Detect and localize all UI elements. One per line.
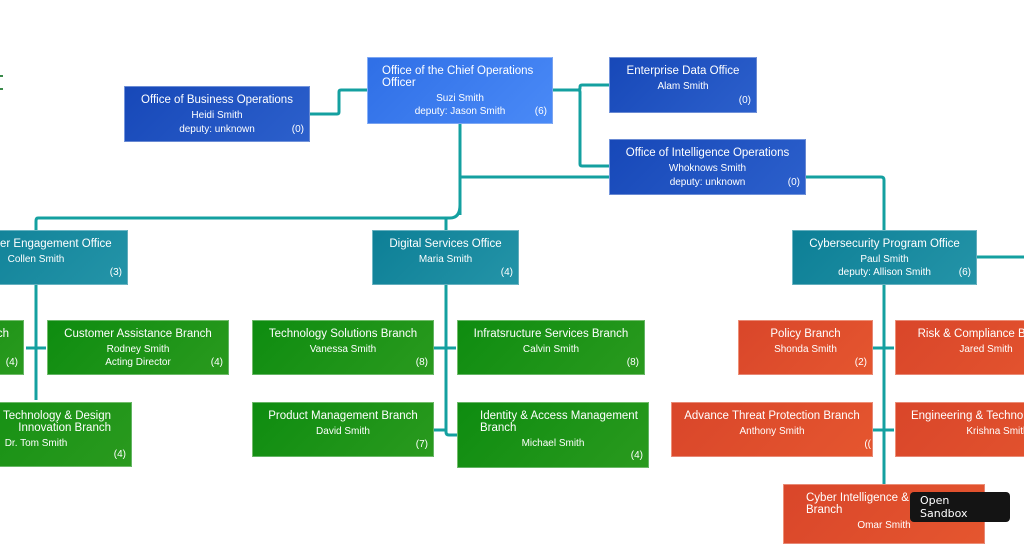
- node-person: Dr. Tom Smith: [4, 438, 68, 449]
- node-count: (4): [630, 450, 643, 461]
- node-title: Engineering & Technology Branch: [910, 410, 1024, 422]
- node-engineering-technology-branch[interactable]: Engineering & Technology Branch Krishna …: [895, 402, 1024, 457]
- node-deputy: deputy: unknown: [179, 124, 255, 135]
- node-identity-access-management-branch[interactable]: Identity & Access Management Branch Mich…: [457, 402, 649, 468]
- node-person: Maria Smith: [418, 254, 473, 265]
- node-title: Policy Branch: [770, 328, 841, 340]
- node-title: Customer Engagement Office: [0, 238, 112, 250]
- node-product-management-branch[interactable]: Product Management Branch David Smith (7…: [252, 402, 434, 457]
- node-count: ((: [864, 439, 871, 450]
- node-infrastructure-services-branch[interactable]: Infratsructure Services Branch Calvin Sm…: [457, 320, 645, 375]
- node-title: Office of Intelligence Operations: [625, 147, 790, 159]
- node-count: (8): [626, 357, 639, 368]
- node-risk-compliance-branch[interactable]: Risk & Compliance Branch Jared Smith: [895, 320, 1024, 375]
- connector-coo-business-ops: [310, 88, 367, 116]
- node-person: Calvin Smith: [522, 344, 580, 355]
- node-person: Shonda Smith: [774, 344, 837, 355]
- node-policy-branch[interactable]: Policy Branch Shonda Smith (2): [738, 320, 873, 375]
- node-title: Advance Threat Protection Branch: [684, 410, 860, 422]
- node-count: (4): [500, 267, 513, 278]
- node-count: (8): [415, 357, 428, 368]
- node-title: Identity & Access Management Branch: [480, 410, 638, 434]
- node-deputy: deputy: Jason Smith: [414, 106, 506, 117]
- node-deputy: deputy: Allison Smith: [838, 267, 931, 278]
- node-intelligence-operations[interactable]: Office of Intelligence Operations Whokno…: [609, 139, 806, 195]
- node-chief-operations-officer[interactable]: Office of the Chief Operations Officer S…: [367, 57, 553, 124]
- node-count: (2): [854, 357, 867, 368]
- node-count: (4): [113, 449, 126, 460]
- node-digital-services-office[interactable]: Digital Services Office Maria Smith (4): [372, 230, 519, 285]
- node-count: (0): [738, 95, 751, 106]
- connector-trunk-digital: [444, 216, 450, 230]
- node-count: (4): [210, 357, 223, 368]
- offscreen-edge-mark: [0, 88, 3, 90]
- node-enterprise-data-office[interactable]: Enterprise Data Office Alam Smith (0): [609, 57, 757, 113]
- node-title: Customer Assistance Branch: [64, 328, 212, 340]
- node-person: Krishna Smith: [966, 426, 1024, 437]
- node-title: Emerging Technology & Design Innovation …: [0, 410, 111, 434]
- connector-trunk-customer-eng: [34, 204, 462, 230]
- connector-digital-trunk: [444, 285, 457, 437]
- offscreen-edge-mark: [0, 75, 3, 77]
- node-person: Vanessa Smith: [309, 344, 377, 355]
- connector-coo-intel-ops: [577, 88, 609, 168]
- node-role: Acting Director: [105, 357, 171, 368]
- node-count: (6): [534, 106, 547, 117]
- node-person: Anthony Smith: [739, 426, 805, 437]
- node-business-operations[interactable]: Office of Business Operations Heidi Smit…: [124, 86, 310, 142]
- node-person: Alam Smith: [657, 81, 709, 92]
- node-advance-threat-protection-branch[interactable]: Advance Threat Protection Branch Anthony…: [671, 402, 873, 457]
- node-customer-engagement-office[interactable]: Customer Engagement Office Collen Smith …: [0, 230, 128, 285]
- node-person: Heidi Smith: [191, 110, 243, 121]
- node-emerging-technology-branch[interactable]: Emerging Technology & Design Innovation …: [0, 402, 132, 467]
- node-person: Suzi Smith: [436, 93, 484, 104]
- node-title: ...ch: [0, 328, 9, 340]
- node-title: Office of the Chief Operations Officer: [382, 65, 534, 89]
- org-chart-canvas[interactable]: Office of the Chief Operations Officer S…: [0, 0, 1024, 544]
- node-deputy: deputy: unknown: [669, 177, 746, 188]
- node-person: Rodney Smith: [106, 344, 170, 355]
- node-person: Collen Smith: [7, 254, 65, 265]
- node-cybersecurity-program-office[interactable]: Cybersecurity Program Office Paul Smith …: [792, 230, 977, 285]
- connector-coo-enterprise-data: [553, 83, 609, 92]
- node-count: (4): [5, 357, 18, 368]
- node-person: Whoknows Smith: [668, 163, 747, 174]
- node-count: (0): [787, 177, 800, 188]
- node-count: (0): [291, 124, 304, 135]
- node-title: Cybersecurity Program Office: [809, 238, 960, 250]
- node-technology-solutions-branch[interactable]: Technology Solutions Branch Vanessa Smit…: [252, 320, 434, 375]
- node-person: Paul Smith: [860, 254, 909, 265]
- node-title: Risk & Compliance Branch: [917, 328, 1024, 340]
- open-sandbox-button[interactable]: Open Sandbox: [910, 492, 1010, 522]
- node-person: Jared Smith: [959, 344, 1013, 355]
- node-count: (3): [109, 267, 122, 278]
- node-customer-assistance-branch[interactable]: Customer Assistance Branch Rodney Smith …: [47, 320, 229, 375]
- node-title: Enterprise Data Office: [626, 65, 740, 77]
- node-count: (6): [958, 267, 971, 278]
- node-person: Michael Smith: [521, 438, 585, 449]
- node-title: Product Management Branch: [268, 410, 418, 422]
- node-count: (7): [415, 439, 428, 450]
- node-title: Technology Solutions Branch: [268, 328, 418, 340]
- node-title: Digital Services Office: [389, 238, 502, 250]
- node-title: Infratsructure Services Branch: [473, 328, 629, 340]
- node-person: David Smith: [316, 426, 370, 437]
- node-title: Office of Business Operations: [141, 94, 293, 106]
- node-customer-engagement-left-branch[interactable]: ...ch (4): [0, 320, 24, 375]
